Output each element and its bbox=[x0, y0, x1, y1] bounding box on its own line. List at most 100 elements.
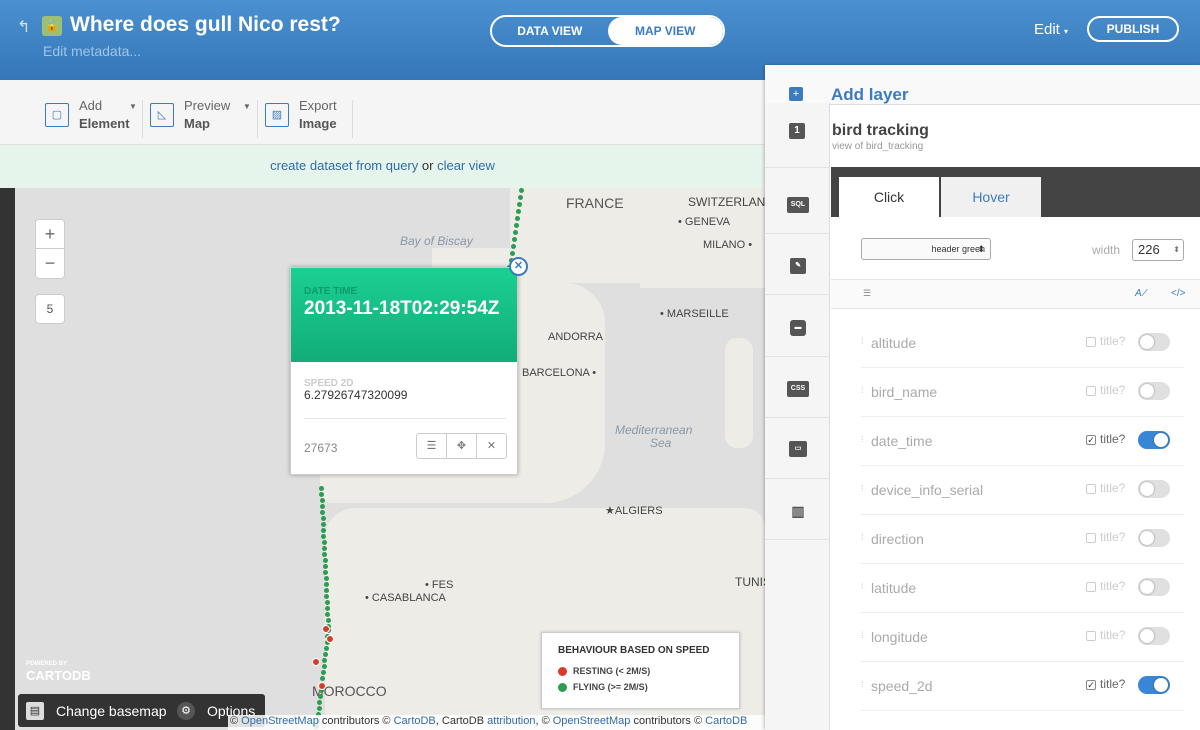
data-view-tab[interactable]: DATA VIEW bbox=[492, 17, 608, 45]
track-point[interactable] bbox=[319, 498, 325, 503]
preview-map-button[interactable]: ◺ Preview Map bbox=[150, 97, 230, 133]
drag-handle-icon[interactable]: ⁞ bbox=[861, 532, 864, 542]
drag-handle-icon[interactable]: ⁞ bbox=[861, 385, 864, 395]
clear-view-link[interactable]: clear view bbox=[437, 158, 495, 173]
track-point-resting[interactable] bbox=[312, 658, 320, 666]
track-point[interactable] bbox=[512, 230, 518, 235]
track-point[interactable] bbox=[514, 216, 520, 221]
track-point[interactable] bbox=[513, 223, 519, 228]
map-canvas[interactable]: FRANCE SWITZERLAND • GENEVA MILANO • Bay… bbox=[0, 188, 765, 730]
track-point[interactable] bbox=[321, 664, 327, 669]
css-icon[interactable]: CSS bbox=[787, 381, 809, 397]
lock-icon[interactable]: 🔒 bbox=[42, 16, 62, 36]
track-point[interactable] bbox=[319, 486, 324, 491]
title-checkbox[interactable]: ✓ bbox=[1086, 435, 1096, 445]
drag-handle-icon[interactable]: ⁞ bbox=[861, 630, 864, 640]
edit-menu[interactable]: Edit ▾ bbox=[1034, 21, 1068, 38]
track-point[interactable] bbox=[519, 188, 524, 193]
add-element-button[interactable]: ▢ Add Element bbox=[45, 97, 130, 133]
infowindow-icon[interactable]: ▬ bbox=[790, 320, 806, 336]
field-toggle[interactable] bbox=[1138, 382, 1170, 400]
field-toggle[interactable] bbox=[1138, 480, 1170, 498]
track-point[interactable] bbox=[324, 600, 330, 605]
create-dataset-link[interactable]: create dataset from query bbox=[270, 158, 418, 173]
field-toggle[interactable] bbox=[1138, 578, 1170, 596]
field-toggle[interactable] bbox=[1138, 676, 1170, 694]
track-point-resting[interactable] bbox=[326, 635, 334, 643]
stepper-icon[interactable]: ⬍ bbox=[1173, 240, 1180, 260]
track-point[interactable] bbox=[325, 606, 330, 611]
title-checkbox[interactable] bbox=[1086, 337, 1096, 347]
track-point[interactable] bbox=[322, 558, 328, 563]
map-view-tab[interactable]: MAP VIEW bbox=[607, 17, 723, 45]
title-checkbox[interactable] bbox=[1086, 631, 1096, 641]
title-checkbox[interactable] bbox=[1086, 582, 1096, 592]
track-point[interactable] bbox=[509, 251, 515, 256]
osm-link[interactable]: OpenStreetMap bbox=[241, 715, 319, 727]
track-point[interactable] bbox=[323, 576, 329, 581]
tab-click[interactable]: Click bbox=[839, 177, 939, 217]
zoom-in-button[interactable]: + bbox=[36, 220, 64, 249]
wizard-brush-icon[interactable]: ✎ bbox=[790, 258, 806, 274]
track-point[interactable] bbox=[323, 646, 329, 651]
close-icon[interactable]: ✕ bbox=[476, 434, 506, 458]
track-point[interactable] bbox=[516, 202, 522, 207]
track-point-resting[interactable] bbox=[318, 682, 326, 690]
page-title[interactable]: Where does gull Nico rest? bbox=[70, 13, 341, 37]
chevron-down-icon[interactable]: ▼ bbox=[129, 102, 137, 111]
sql-icon[interactable]: SQL bbox=[787, 197, 809, 213]
width-input[interactable]: 226 ⬍ bbox=[1132, 239, 1184, 261]
osm-link[interactable]: OpenStreetMap bbox=[553, 715, 631, 727]
field-toggle[interactable] bbox=[1138, 333, 1170, 351]
track-point[interactable] bbox=[322, 564, 328, 569]
legend-icon[interactable]: ▭ bbox=[789, 441, 807, 457]
template-select[interactable]: header green ⬍ bbox=[861, 238, 991, 260]
title-checkbox[interactable] bbox=[1086, 533, 1096, 543]
drag-handle-icon[interactable]: ⁞ bbox=[861, 336, 864, 346]
track-point[interactable] bbox=[316, 706, 322, 711]
export-image-button[interactable]: ▨ Export Image bbox=[265, 97, 337, 133]
zoom-out-button[interactable]: − bbox=[36, 249, 64, 278]
track-point[interactable] bbox=[319, 504, 325, 509]
drag-handle-icon[interactable]: ⁞ bbox=[861, 679, 864, 689]
cartodb-link[interactable]: CartoDB bbox=[705, 715, 747, 727]
publish-button[interactable]: PUBLISH bbox=[1087, 16, 1179, 42]
cartodb-link[interactable]: CartoDB bbox=[394, 715, 436, 727]
field-toggle[interactable] bbox=[1138, 431, 1170, 449]
attribution-link[interactable]: attribution bbox=[487, 715, 535, 727]
title-checkbox[interactable]: ✓ bbox=[1086, 680, 1096, 690]
field-toggle[interactable] bbox=[1138, 529, 1170, 547]
field-toggle[interactable] bbox=[1138, 627, 1170, 645]
track-point[interactable] bbox=[510, 244, 516, 249]
title-checkbox[interactable] bbox=[1086, 386, 1096, 396]
track-point[interactable] bbox=[517, 195, 523, 200]
drag-handle-icon[interactable]: ⁞ bbox=[861, 434, 864, 444]
list-icon[interactable]: ☰ bbox=[863, 288, 871, 299]
menu-icon[interactable]: ☰ bbox=[417, 434, 446, 458]
track-point[interactable] bbox=[325, 618, 331, 623]
add-layer-row[interactable]: + Add layer bbox=[765, 65, 1200, 105]
track-point[interactable] bbox=[511, 237, 517, 242]
track-point[interactable] bbox=[322, 546, 327, 551]
track-point[interactable] bbox=[317, 700, 323, 705]
drag-handle-icon[interactable]: ⁞ bbox=[861, 483, 864, 493]
change-basemap-button[interactable]: ▤ Change basemap bbox=[18, 694, 177, 727]
code-icon[interactable]: </> bbox=[1171, 288, 1185, 299]
drag-handle-icon[interactable]: ⁞ bbox=[861, 581, 864, 591]
track-point[interactable] bbox=[323, 582, 329, 587]
track-point[interactable] bbox=[320, 510, 326, 515]
layer-name[interactable]: bird tracking bbox=[832, 122, 929, 140]
chevron-down-icon[interactable]: ▼ bbox=[243, 102, 251, 111]
move-icon[interactable]: ✥ bbox=[446, 434, 476, 458]
track-point[interactable] bbox=[320, 516, 326, 521]
track-point-resting[interactable] bbox=[322, 625, 330, 633]
tab-hover[interactable]: Hover bbox=[941, 177, 1041, 217]
title-checkbox[interactable] bbox=[1086, 484, 1096, 494]
track-point[interactable] bbox=[515, 209, 521, 214]
edit-metadata-link[interactable]: Edit metadata... bbox=[43, 43, 141, 59]
track-point[interactable] bbox=[320, 670, 326, 675]
infowindow-close-button[interactable]: ✕ bbox=[509, 257, 528, 276]
text-style-icon[interactable]: A ⁄ bbox=[1135, 288, 1146, 299]
track-point[interactable] bbox=[321, 540, 327, 545]
filter-icon[interactable]: ▥ bbox=[789, 503, 807, 519]
